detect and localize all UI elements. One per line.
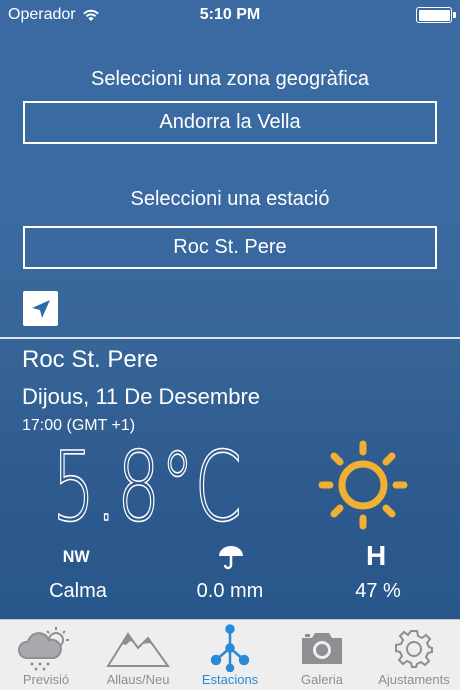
humidity-icon: H (366, 540, 387, 571)
current-date: Dijous, 11 De Desembre (22, 384, 261, 409)
camera-icon (302, 633, 342, 664)
station-value: Roc St. Pere (173, 236, 287, 258)
station-label: Seleccioni una estació (130, 188, 330, 210)
mountain-icon (106, 632, 170, 667)
station-selector[interactable]: Roc St. Pere (23, 226, 437, 269)
precipitation-value: 0.0 mm (196, 580, 264, 602)
zone-value: Andorra la Vella (159, 111, 301, 133)
tab-ajustaments[interactable]: Ajustaments (368, 620, 460, 690)
current-station-name: Roc St. Pere (22, 346, 159, 373)
tab-label-allaus-neu: Allaus/Neu (106, 672, 170, 687)
temperature-display: 5.8°C (52, 436, 243, 532)
status-bar: Operador 5:10 PM (0, 0, 460, 32)
tab-label-estacions: Estacions (201, 672, 259, 687)
weather-icon (17, 627, 69, 671)
location-button[interactable] (23, 291, 58, 326)
tab-label-previsio: Previsió (22, 672, 70, 687)
zone-label: Seleccioni una zona geogràfica (91, 68, 369, 90)
temperature-value: 5.8°C (52, 436, 242, 532)
stations-icon (210, 624, 250, 672)
battery-icon (416, 7, 456, 23)
wind-value: Calma (49, 580, 107, 602)
divider (0, 337, 460, 339)
current-time: 17:00 (GMT +1) (22, 417, 136, 434)
tab-label-galeria: Galeria (301, 672, 343, 687)
sun-icon (318, 440, 408, 530)
tab-label-ajustaments: Ajustaments (378, 672, 450, 687)
zone-selector[interactable]: Andorra la Vella (23, 101, 437, 144)
tab-previsio[interactable]: Previsió (0, 620, 92, 690)
tab-allaus-neu[interactable]: Allaus/Neu (92, 620, 184, 690)
umbrella-icon (219, 546, 243, 570)
wind-direction: NW (62, 547, 90, 566)
tab-bar: Previsió Allaus/Neu Estacions Galeria Aj… (0, 619, 460, 690)
location-arrow-icon (31, 299, 50, 318)
tab-estacions[interactable]: Estacions (184, 620, 276, 690)
humidity-value: 47 % (355, 580, 401, 602)
tab-galeria[interactable]: Galeria (276, 620, 368, 690)
gear-icon (395, 630, 433, 668)
status-time: 5:10 PM (199, 6, 261, 23)
